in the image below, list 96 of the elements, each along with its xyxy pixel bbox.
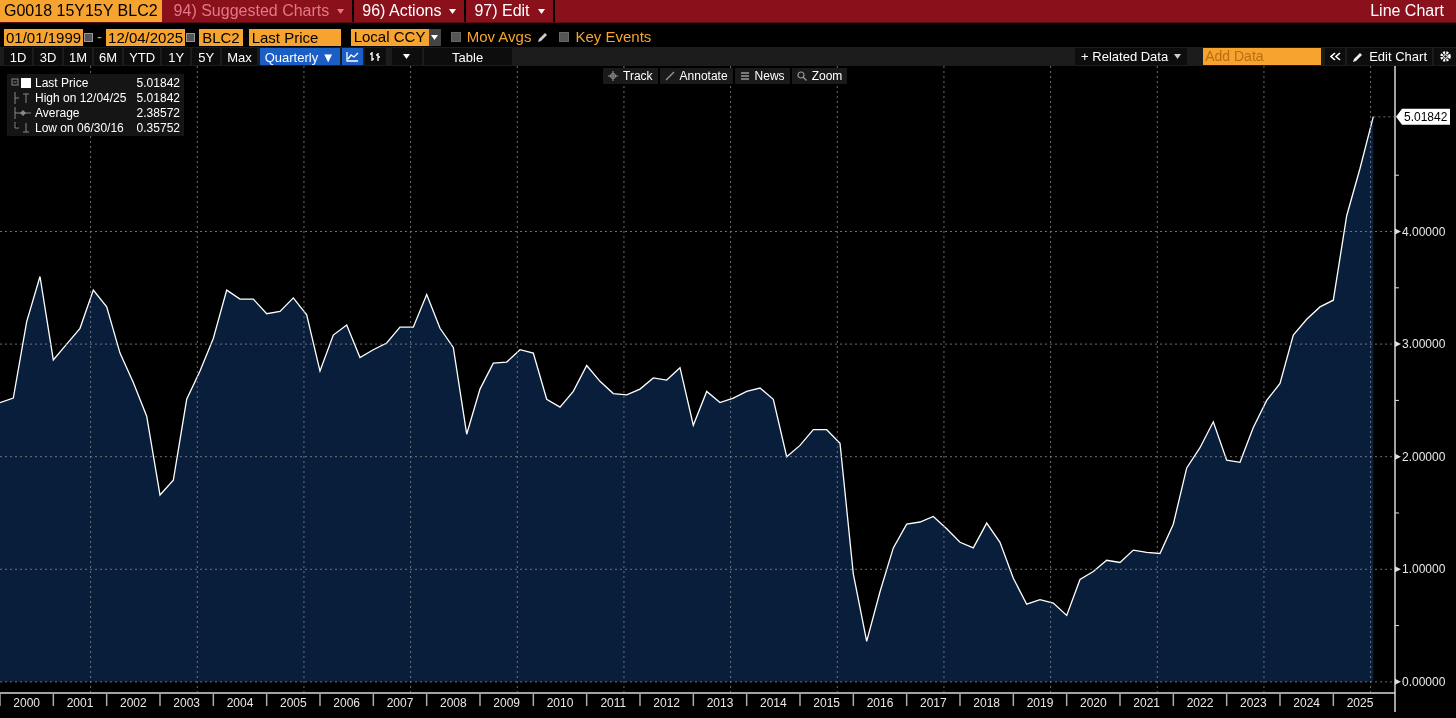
axis-label: 2013: [706, 696, 734, 710]
checkbox-label[interactable]: Key Events: [575, 25, 652, 49]
edit-chart-button[interactable]: Edit Chart: [1347, 48, 1432, 65]
period-button[interactable]: 6M: [94, 48, 123, 65]
chart-tool-button[interactable]: News: [734, 68, 790, 84]
field-selector[interactable]: Last Price: [248, 28, 341, 46]
checkbox[interactable]: [450, 32, 461, 42]
caret-icon: [337, 8, 345, 14]
period-button[interactable]: Max: [222, 48, 257, 65]
checkbox[interactable]: [559, 32, 570, 42]
axis-label: 2003: [173, 696, 200, 710]
legend-label: Last Price: [35, 74, 90, 92]
caret-icon: [537, 8, 545, 14]
period-button[interactable]: 1Y: [162, 48, 191, 65]
caret-icon: [449, 8, 457, 14]
period-button[interactable]: 3D: [34, 48, 62, 65]
axis-label: 2002: [120, 696, 147, 710]
chart-tool-button[interactable]: Track: [603, 68, 658, 84]
axis-label: 2022: [1186, 696, 1214, 710]
search-icon: [796, 71, 807, 81]
list-icon: [739, 71, 750, 81]
collapse-icon[interactable]: [1325, 48, 1346, 65]
caret-icon: [431, 34, 439, 40]
axis-label: 2001: [66, 696, 94, 710]
axis-label: 2.00000: [1402, 449, 1446, 464]
legend-value: 0.35752: [136, 119, 180, 137]
legend-label: Low on 06/30/16: [35, 120, 125, 137]
legend-label: High on 12/04/25: [35, 89, 128, 107]
date-field[interactable]: 12/04/2025: [106, 28, 186, 46]
period-button[interactable]: 1D: [4, 48, 32, 65]
axis-label: 2004: [226, 696, 254, 710]
axis-label: 2016: [866, 696, 894, 710]
legend-value: 2.38572: [136, 104, 180, 122]
source-field[interactable]: BLC2: [199, 28, 243, 46]
chart-title: Line Chart: [1369, 1, 1445, 21]
axis-label: 2017: [920, 696, 947, 710]
axis-label: 2018: [973, 696, 1000, 710]
legend-value: 5.01842: [136, 74, 180, 92]
annotation: 5.01842: [1404, 109, 1448, 124]
axis-label: 0.00000: [1402, 674, 1446, 689]
legend-swatch-icon: [11, 76, 33, 89]
axis-label: 2010: [546, 696, 574, 710]
currency-dropdown[interactable]: Local CCY: [350, 28, 441, 46]
axis-label: 2020: [1080, 696, 1107, 710]
crosshair-icon: [608, 71, 618, 81]
date-separator: -: [96, 26, 104, 47]
axis-label: 2024: [1293, 696, 1320, 710]
chart-tool-button[interactable]: Annotate: [659, 68, 733, 84]
average-marker-icon: [11, 106, 33, 119]
axis-label: 4.00000: [1402, 224, 1446, 239]
legend-label: Average: [35, 105, 81, 122]
axis-label: 2006: [333, 696, 360, 710]
axis-label: 2023: [1240, 696, 1267, 710]
chart-tool-button[interactable]: Zoom: [791, 68, 848, 84]
axis-label: 2007: [386, 696, 414, 710]
menu-button[interactable]: 97) Edit: [466, 0, 555, 22]
bar-chart-icon: [368, 51, 382, 62]
menu-button[interactable]: 96) Actions: [354, 0, 467, 22]
date-field[interactable]: 01/01/1999: [4, 28, 84, 46]
axis-label: 1.00000: [1402, 562, 1446, 577]
pencil-icon: [1352, 50, 1365, 63]
line-chart-icon: [345, 51, 359, 62]
axis-label: 2005: [280, 696, 307, 710]
settings-icon[interactable]: [1434, 48, 1456, 65]
security-field[interactable]: G0018 15Y15Y BLC2: [0, 0, 162, 22]
bar-chart-button[interactable]: [364, 48, 386, 65]
calendar-icon: [186, 32, 196, 42]
axis-label: 2014: [760, 696, 787, 710]
axis-label: 2012: [653, 696, 680, 710]
axis-label: 2019: [1026, 696, 1054, 710]
axis-label: 2000: [13, 696, 40, 710]
checkbox-label[interactable]: Mov Avgs: [466, 25, 532, 49]
add-data-field[interactable]: Add Data: [1203, 48, 1322, 65]
axis-label: 2008: [440, 696, 467, 710]
frequency-dropdown[interactable]: Quarterly ▼: [259, 48, 340, 65]
pencil-icon: [537, 31, 550, 43]
period-button[interactable]: 5Y: [192, 48, 221, 65]
related-data-button[interactable]: + Related Data: [1075, 48, 1188, 65]
caret-icon: [1174, 54, 1182, 59]
caret-icon: [403, 54, 411, 59]
legend-value: 5.01842: [136, 89, 180, 107]
period-button[interactable]: 1M: [64, 48, 93, 65]
axis-label: 2009: [493, 696, 520, 710]
axis-label: 2011: [600, 696, 627, 710]
calendar-icon: [84, 32, 94, 42]
last-price-tag: 5.01842: [1396, 108, 1450, 125]
pencil-icon: [664, 71, 675, 81]
line-chart-button[interactable]: [341, 48, 363, 65]
axis-label: 3.00000: [1402, 337, 1446, 352]
axis-label: 2021: [1133, 696, 1160, 710]
period-button[interactable]: YTD: [124, 48, 161, 65]
axis-label: 2015: [813, 696, 840, 710]
leader-line: [1372, 116, 1396, 118]
axis-label: 2025: [1346, 696, 1374, 710]
table-button[interactable]: Table: [423, 48, 512, 65]
dropdown-button[interactable]: [391, 48, 422, 65]
